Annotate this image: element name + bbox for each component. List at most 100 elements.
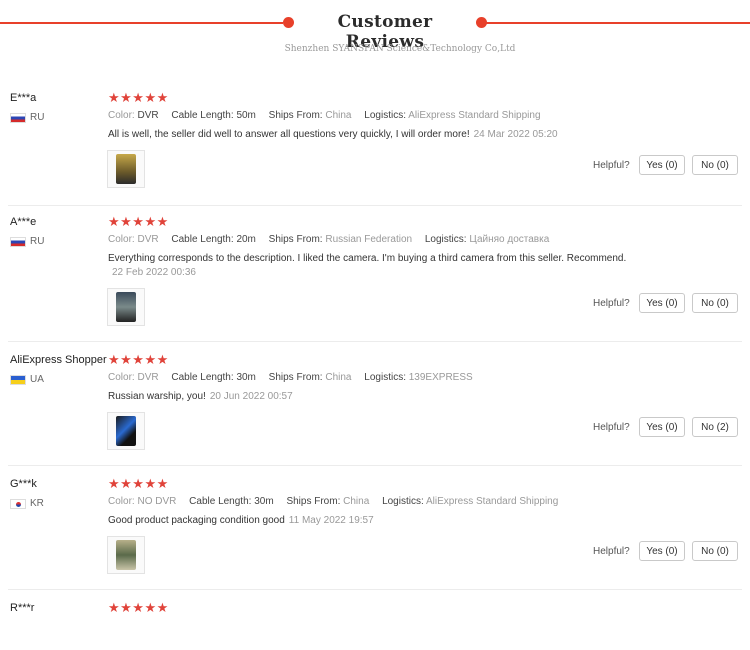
color-label: Color:: [108, 234, 135, 245]
reviewer-name: A***e: [10, 216, 37, 228]
cable-value: 20m: [236, 234, 256, 245]
cable-label: Cable Length:: [171, 110, 234, 121]
helpful-label: Helpful?: [593, 298, 630, 309]
review-meta: Color: DVR Cable Length: 30m Ships From:…: [108, 372, 483, 383]
ships-label: Ships From:: [268, 372, 323, 383]
logistics-label: Logistics:: [424, 234, 467, 245]
ships-value: China: [343, 496, 370, 507]
color-value: NO DVR: [137, 496, 177, 507]
helpful-no-button[interactable]: No (2): [692, 417, 738, 437]
helpful-yes-button[interactable]: Yes (0): [639, 155, 685, 175]
helpful-label: Helpful?: [593, 546, 630, 557]
review-text: Good product packaging condition good: [108, 515, 285, 526]
review-text: All is well, the seller did well to answ…: [108, 129, 470, 140]
divider: [8, 341, 742, 342]
logistics-value: AliExpress Standard Shipping: [425, 496, 559, 507]
ships-label: Ships From:: [268, 234, 323, 245]
review-date: 20 Jun 2022 00:57: [209, 391, 293, 402]
reviewer-name: E***a: [10, 92, 37, 104]
review-item: A***e RU ★★★★★ Color: DVR Cable Length: …: [0, 210, 750, 342]
review-item: R***r ★★★★★: [0, 596, 750, 636]
review-text-block: All is well, the seller did well to answ…: [108, 128, 668, 142]
reviewer-name: R***r: [10, 602, 35, 614]
country-code: UA: [30, 374, 44, 385]
logistics-label: Logistics:: [364, 110, 406, 121]
helpful-yes-button[interactable]: Yes (0): [639, 417, 685, 437]
helpful-no-button[interactable]: No (0): [692, 155, 738, 175]
cable-label: Cable Length:: [189, 496, 252, 507]
logistics-value: Цайняо доставка: [469, 234, 550, 245]
cable-label: Cable Length:: [171, 372, 234, 383]
helpful-no-button[interactable]: No (0): [692, 541, 738, 561]
review-photo[interactable]: [107, 150, 145, 188]
photo-thumbnail: [116, 292, 136, 322]
logistics-label: Logistics:: [382, 496, 424, 507]
helpful-label: Helpful?: [593, 422, 630, 433]
review-photo[interactable]: [107, 536, 145, 574]
reviews-header: Customer Reviews Shenzhen SYANSPAN Scien…: [0, 0, 750, 70]
color-label: Color:: [108, 110, 135, 121]
photo-thumbnail: [116, 154, 136, 184]
ships-value: China: [325, 110, 352, 121]
ships-label: Ships From:: [286, 496, 341, 507]
cable-value: 50m: [236, 110, 256, 121]
helpful-yes-button[interactable]: Yes (0): [639, 293, 685, 313]
header-line-left: [0, 22, 283, 24]
ships-label: Ships From:: [268, 110, 323, 121]
divider: [8, 589, 742, 590]
review-photo[interactable]: [107, 412, 145, 450]
review-text-block: Russian warship, you! 20 Jun 2022 00:57: [108, 390, 668, 404]
photo-thumbnail: [116, 416, 136, 446]
logistics-value: 139EXPRESS: [408, 372, 473, 383]
flag-icon: [10, 498, 26, 509]
logistics-label: Logistics:: [364, 372, 406, 383]
review-item: G***k KR ★★★★★ Color: NO DVR Cable Lengt…: [0, 472, 750, 590]
review-text-block: Good product packaging condition good 11 …: [108, 514, 668, 528]
reviewer-name: G***k: [10, 478, 37, 490]
star-rating: ★★★★★: [108, 90, 169, 105]
review-meta: Color: DVR Cable Length: 20m Ships From:…: [108, 234, 559, 245]
color-value: DVR: [137, 234, 159, 245]
star-rating: ★★★★★: [108, 476, 169, 491]
review-date: 11 May 2022 19:57: [288, 515, 374, 526]
flag-icon: [10, 112, 26, 123]
reviewer-name: AliExpress Shopper: [10, 354, 107, 366]
divider: [8, 205, 742, 206]
color-label: Color:: [108, 496, 135, 507]
review-date: 22 Feb 2022 00:36: [112, 267, 196, 278]
review-date: 24 Mar 2022 05:20: [473, 129, 558, 140]
photo-thumbnail: [116, 540, 136, 570]
review-text: Everything corresponds to the descriptio…: [108, 253, 627, 264]
cable-value: 30m: [236, 372, 256, 383]
review-text: Russian warship, you!: [108, 391, 206, 402]
store-name: Shenzhen SYANSPAN Science&Technology Co,…: [284, 44, 516, 54]
country-code: KR: [30, 498, 44, 509]
ships-value: China: [325, 372, 352, 383]
review-item: E***a RU ★★★★★ Color: DVR Cable Length: …: [0, 86, 750, 206]
reviewer-country: RU: [10, 236, 44, 247]
divider: [8, 465, 742, 466]
reviewer-country: KR: [10, 498, 44, 509]
review-meta: Color: NO DVR Cable Length: 30m Ships Fr…: [108, 496, 568, 507]
review-text-block: Everything corresponds to the descriptio…: [108, 252, 668, 280]
color-value: DVR: [137, 372, 159, 383]
reviewer-country: RU: [10, 112, 44, 123]
star-rating: ★★★★★: [108, 214, 169, 229]
country-code: RU: [30, 112, 45, 123]
ships-value: Russian Federation: [325, 234, 413, 245]
review-item: AliExpress Shopper UA ★★★★★ Color: DVR C…: [0, 348, 750, 466]
star-rating: ★★★★★: [108, 600, 169, 615]
review-photo[interactable]: [107, 288, 145, 326]
flag-icon: [10, 374, 26, 385]
color-value: DVR: [137, 110, 159, 121]
reviewer-country: UA: [10, 374, 44, 385]
cable-value: 30m: [254, 496, 274, 507]
star-rating: ★★★★★: [108, 352, 169, 367]
header-line-right: [486, 22, 750, 24]
helpful-yes-button[interactable]: Yes (0): [639, 541, 685, 561]
flag-icon: [10, 236, 26, 247]
country-code: RU: [30, 236, 45, 247]
review-meta: Color: DVR Cable Length: 50m Ships From:…: [108, 110, 551, 121]
helpful-label: Helpful?: [593, 160, 630, 171]
helpful-no-button[interactable]: No (0): [692, 293, 738, 313]
